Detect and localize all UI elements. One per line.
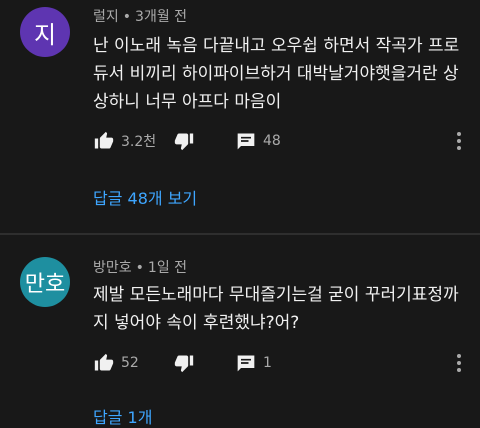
avatar[interactable]: 지 xyxy=(20,7,70,57)
view-replies-link[interactable]: 답글 1개 xyxy=(93,404,152,428)
comment-time: 3개월 전 xyxy=(135,9,188,25)
reply-count: 1 xyxy=(263,355,272,371)
like-button[interactable]: 3.2천 xyxy=(93,130,173,152)
comment-icon[interactable] xyxy=(235,130,257,152)
comment-divider xyxy=(0,233,480,235)
thumb-down-icon[interactable] xyxy=(173,130,195,152)
thumb-up-icon[interactable] xyxy=(93,352,115,374)
like-count: 52 xyxy=(121,355,139,371)
comment-actions: 52 1 xyxy=(93,351,272,375)
like-count: 3.2천 xyxy=(121,134,157,150)
comment-icon[interactable] xyxy=(235,352,257,374)
comment-text: 제발 모든노래마다 무대즐기는걸 굳이 꾸러기표정까지 넣어야 속이 후련했냐?… xyxy=(93,285,459,333)
dislike-button[interactable] xyxy=(173,352,235,374)
comment-actions: 3.2천 48 xyxy=(93,129,281,153)
avatar[interactable]: 만호 xyxy=(20,257,70,307)
comment-item: 지 럴지 • 3개월 전 난 이노래 녹음 다끝내고 오우쉽 하면서 작곡가 프로듀… xyxy=(0,0,480,232)
view-replies-link[interactable]: 답글 48개 보기 xyxy=(93,185,197,209)
author-name[interactable]: 럴지 xyxy=(93,9,119,25)
meta-separator: • xyxy=(135,260,144,276)
reply-button[interactable]: 1 xyxy=(235,352,272,374)
comment-text: 난 이노래 녹음 다끝내고 오우쉽 하면서 작곡가 프로듀서 비끼리 하이파이브… xyxy=(93,36,460,112)
meta-separator: • xyxy=(122,9,132,25)
more-vert-icon[interactable] xyxy=(454,130,464,152)
comment-time: 1일 전 xyxy=(147,260,188,276)
thumb-down-icon[interactable] xyxy=(173,352,195,374)
reply-button[interactable]: 48 xyxy=(235,130,281,152)
comment-meta: 방만호 • 1일 전 xyxy=(93,257,187,277)
like-button[interactable]: 52 xyxy=(93,352,173,374)
author-name[interactable]: 방만호 xyxy=(93,260,132,276)
comment-meta: 럴지 • 3개월 전 xyxy=(93,6,187,26)
reply-count: 48 xyxy=(263,133,281,149)
more-vert-icon[interactable] xyxy=(454,352,464,374)
dislike-button[interactable] xyxy=(173,130,235,152)
comment-item: 만호 방만호 • 1일 전 제발 모든노래마다 무대즐기는걸 굳이 꾸러기표정까지 … xyxy=(0,236,480,427)
thumb-up-icon[interactable] xyxy=(93,130,115,152)
